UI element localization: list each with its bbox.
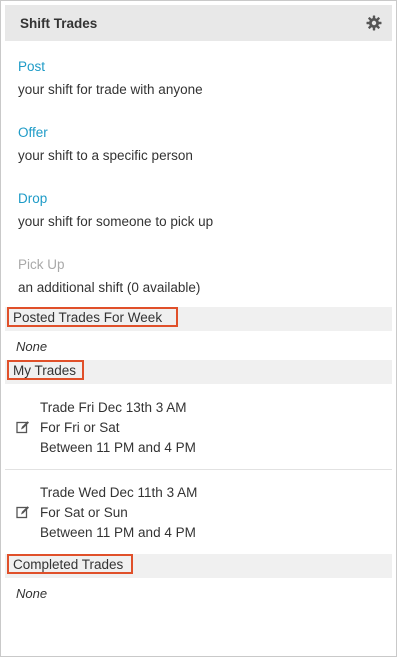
completed-trades-empty: None [16,586,48,601]
trade-details: Trade Wed Dec 11th 3 AM For Sat or Sun B… [40,483,197,543]
pick-up-description: an additional shift (0 available) [18,280,201,295]
action-offer: Offer your shift to a specific person [18,125,193,164]
drop-link[interactable]: Drop [18,191,213,207]
edit-icon[interactable] [16,505,30,519]
trade-for-days: For Sat or Sun [40,505,128,520]
edit-icon[interactable] [16,420,30,434]
pick-up-link: Pick Up [18,257,65,272]
my-trades-header: My Trades [5,360,392,384]
shift-trades-panel: Shift Trades Post your shift for trade w… [0,0,397,657]
post-description: your shift for trade with anyone [18,82,203,97]
posted-trades-title: Posted Trades For Week [7,307,178,327]
drop-description: your shift for someone to pick up [18,214,214,229]
post-link[interactable]: Post [18,59,203,75]
trade-time-range: Between 11 PM and 4 PM [40,525,196,540]
panel-header: Shift Trades [5,5,392,41]
gear-icon[interactable] [366,15,382,31]
my-trades-title: My Trades [7,360,84,380]
panel-title: Shift Trades [20,15,98,31]
trade-date: Trade Wed Dec 11th 3 AM [40,485,198,500]
offer-link[interactable]: Offer [18,125,193,141]
completed-trades-header: Completed Trades [5,554,392,578]
trade-details: Trade Fri Dec 13th 3 AM For Fri or Sat B… [40,398,196,458]
trade-date: Trade Fri Dec 13th 3 AM [40,400,187,415]
action-pick-up: Pick Up an additional shift (0 available… [18,257,200,296]
trade-item: Trade Wed Dec 11th 3 AM For Sat or Sun B… [5,474,392,554]
completed-trades-title: Completed Trades [7,554,133,574]
trade-item: Trade Fri Dec 13th 3 AM For Fri or Sat B… [5,389,392,469]
posted-trades-empty: None [16,339,48,354]
trade-divider [5,469,392,470]
trade-for-days: For Fri or Sat [40,420,120,435]
action-post: Post your shift for trade with anyone [18,59,203,98]
action-drop: Drop your shift for someone to pick up [18,191,213,230]
offer-description: your shift to a specific person [18,148,193,163]
trade-time-range: Between 11 PM and 4 PM [40,440,196,455]
posted-trades-header: Posted Trades For Week [5,307,392,331]
